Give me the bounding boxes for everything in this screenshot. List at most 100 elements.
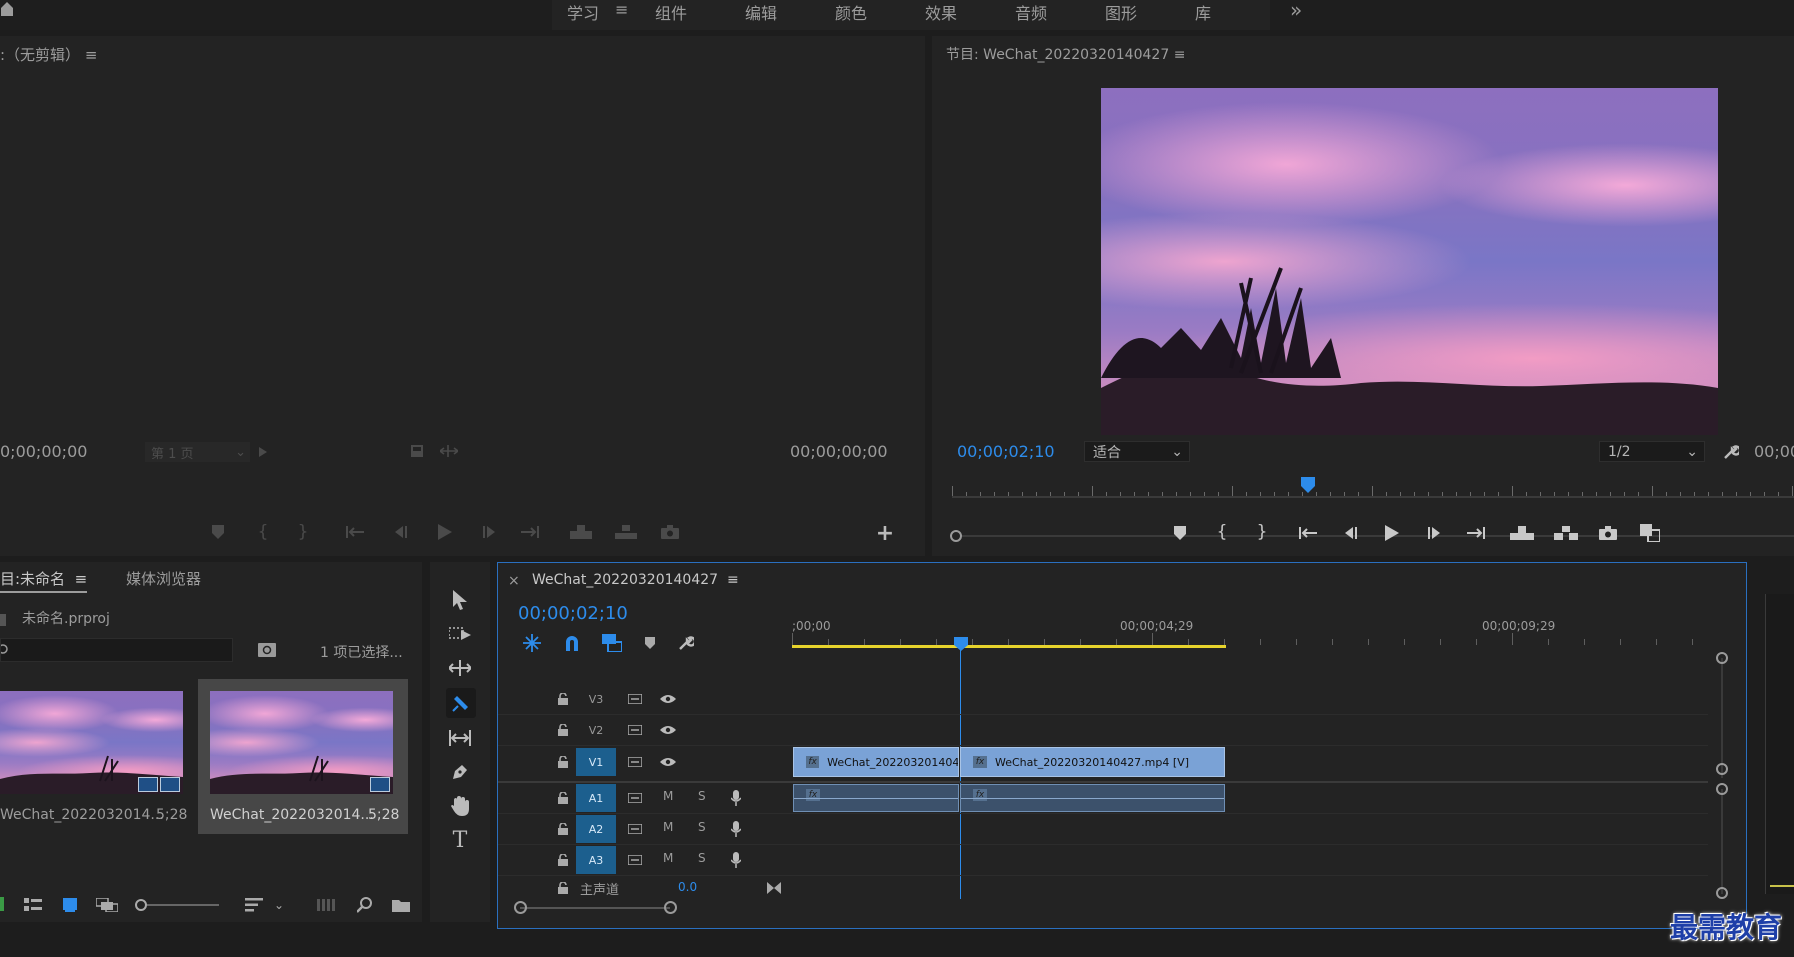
step-back-icon[interactable]	[390, 524, 410, 540]
sync-lock-icon[interactable]	[626, 754, 644, 770]
sync-lock-icon[interactable]	[626, 722, 644, 738]
step-forward-icon[interactable]	[1425, 524, 1445, 542]
comparison-view-icon[interactable]	[1638, 523, 1662, 543]
project-item-selected[interactable]: WeChat_2022032014... 5;28	[198, 679, 408, 834]
audio-scroll-track[interactable]	[1721, 789, 1723, 894]
source-timecode-right[interactable]: 00;00;00;00	[790, 442, 888, 461]
trim-icon[interactable]	[438, 442, 460, 460]
sync-lock-icon[interactable]	[626, 691, 644, 707]
tab-graphics[interactable]: 图形	[1105, 0, 1137, 24]
go-to-in-icon[interactable]	[345, 524, 365, 540]
page-select[interactable]: 第 1 页 ⌄	[145, 442, 250, 462]
add-marker-icon[interactable]	[642, 634, 658, 652]
tab-assembly[interactable]: 组件	[655, 0, 687, 24]
program-mini-ruler[interactable]	[952, 476, 1794, 498]
solo-button[interactable]: S	[698, 820, 706, 834]
hand-tool-icon[interactable]	[448, 794, 472, 818]
lock-icon[interactable]	[556, 880, 570, 896]
timeline-playhead[interactable]	[954, 637, 968, 651]
source-timecode-left[interactable]: 0;00;00;00	[0, 442, 87, 461]
lock-icon[interactable]	[556, 790, 570, 806]
video-scroll-handle[interactable]	[1716, 652, 1728, 664]
eye-icon[interactable]	[658, 691, 678, 707]
add-button-icon[interactable]: +	[876, 521, 894, 546]
mark-out-icon[interactable]: }	[1254, 522, 1270, 542]
lock-icon[interactable]	[556, 852, 570, 868]
razor-tool-icon[interactable]	[446, 688, 476, 718]
sync-lock-icon[interactable]	[626, 821, 644, 837]
snap-icon[interactable]	[562, 633, 582, 653]
insert-icon[interactable]	[570, 524, 592, 540]
program-monitor-title[interactable]: 节目: WeChat_20220320140427 ≡	[946, 44, 1185, 64]
tab-media-browser[interactable]: 媒体浏览器	[126, 568, 201, 589]
go-to-in-icon[interactable]	[1297, 524, 1319, 542]
timeline-timecode[interactable]: 00;00;02;10	[518, 603, 628, 624]
timeline-zoom-handle[interactable]	[664, 901, 677, 914]
camera-icon[interactable]	[1597, 524, 1619, 542]
icon-view-icon[interactable]	[60, 896, 80, 914]
add-marker-icon[interactable]	[210, 524, 226, 540]
solo-button[interactable]: S	[698, 789, 706, 803]
step-back-icon[interactable]	[1340, 524, 1360, 542]
lock-icon[interactable]	[556, 821, 570, 837]
master-volume-value[interactable]: 0.0	[678, 880, 697, 894]
track-label-a2[interactable]: A2	[576, 815, 616, 843]
mark-in-icon[interactable]: {	[1214, 522, 1230, 542]
new-bin-icon[interactable]	[390, 896, 412, 914]
automate-to-sequence-icon[interactable]	[315, 896, 337, 914]
source-monitor-title[interactable]: :（无剪辑） ≡	[0, 44, 97, 65]
track-label-v1[interactable]: V1	[576, 748, 616, 776]
zoom-slider-handle[interactable]	[135, 899, 147, 911]
pen-tool-icon[interactable]	[448, 760, 472, 784]
track-label-a3[interactable]: A3	[576, 846, 616, 874]
find-icon[interactable]	[355, 896, 375, 914]
lock-icon[interactable]	[556, 722, 570, 738]
audio-scroll-handle[interactable]	[1716, 783, 1728, 795]
mute-button[interactable]: M	[663, 789, 673, 803]
lock-toggle-icon[interactable]	[0, 897, 4, 911]
selection-tool-icon[interactable]	[448, 588, 472, 612]
camera-icon[interactable]	[660, 524, 680, 540]
tab-learn[interactable]: 学习	[567, 0, 599, 24]
home-icon[interactable]	[0, 0, 14, 18]
chevron-down-icon[interactable]: ⌄	[272, 896, 286, 914]
track-select-tool-icon[interactable]	[448, 622, 472, 646]
master-link-icon[interactable]	[766, 880, 782, 896]
overwrite-icon[interactable]	[615, 524, 637, 540]
audio-clip[interactable]: fx	[960, 784, 1225, 812]
linked-selection-icon[interactable]	[601, 633, 623, 653]
microphone-icon[interactable]	[728, 788, 744, 808]
eye-icon[interactable]	[658, 754, 678, 770]
track-label-a1[interactable]: A1	[576, 784, 616, 812]
freeform-view-icon[interactable]	[95, 896, 119, 914]
track-label-v2[interactable]: V2	[576, 716, 616, 744]
close-icon[interactable]: ×	[508, 573, 520, 589]
type-tool-icon[interactable]: T	[448, 828, 472, 853]
tab-project[interactable]: 目:未命名 ≡	[0, 568, 88, 593]
program-video-frame[interactable]	[1101, 88, 1718, 435]
zoom-scroll-handle[interactable]	[950, 530, 962, 542]
tab-learn-menu[interactable]: ≡	[615, 0, 628, 19]
microphone-icon[interactable]	[728, 850, 744, 870]
settings-wrench-icon[interactable]	[1721, 442, 1741, 462]
microphone-icon[interactable]	[728, 819, 744, 839]
timeline-zoom-handle[interactable]	[514, 901, 527, 914]
video-clip[interactable]: fx WeChat_20220320140427.mp4 [V]	[960, 747, 1225, 777]
zoom-select[interactable]: 适合 ⌄	[1084, 441, 1190, 462]
go-to-out-icon[interactable]	[520, 524, 540, 540]
list-view-icon[interactable]	[22, 896, 44, 914]
audio-clip[interactable]: fx	[793, 784, 959, 812]
step-forward-icon[interactable]	[480, 524, 500, 540]
export-frame-small-icon[interactable]	[408, 442, 426, 460]
zoom-slider-track[interactable]	[147, 904, 219, 906]
audio-scroll-handle[interactable]	[1716, 887, 1728, 899]
video-scroll-handle[interactable]	[1716, 763, 1728, 775]
mark-out-icon[interactable]: }	[295, 522, 311, 542]
lift-icon[interactable]	[1509, 524, 1535, 542]
project-item[interactable]: WeChat_2022032014... 5;28	[0, 679, 195, 839]
video-scroll-track[interactable]	[1721, 658, 1723, 778]
tab-audio[interactable]: 音频	[1015, 0, 1047, 24]
mark-in-icon[interactable]: {	[255, 522, 271, 542]
program-timecode-right[interactable]: 00;00	[1754, 442, 1794, 461]
tab-libraries[interactable]: 库	[1195, 0, 1211, 24]
